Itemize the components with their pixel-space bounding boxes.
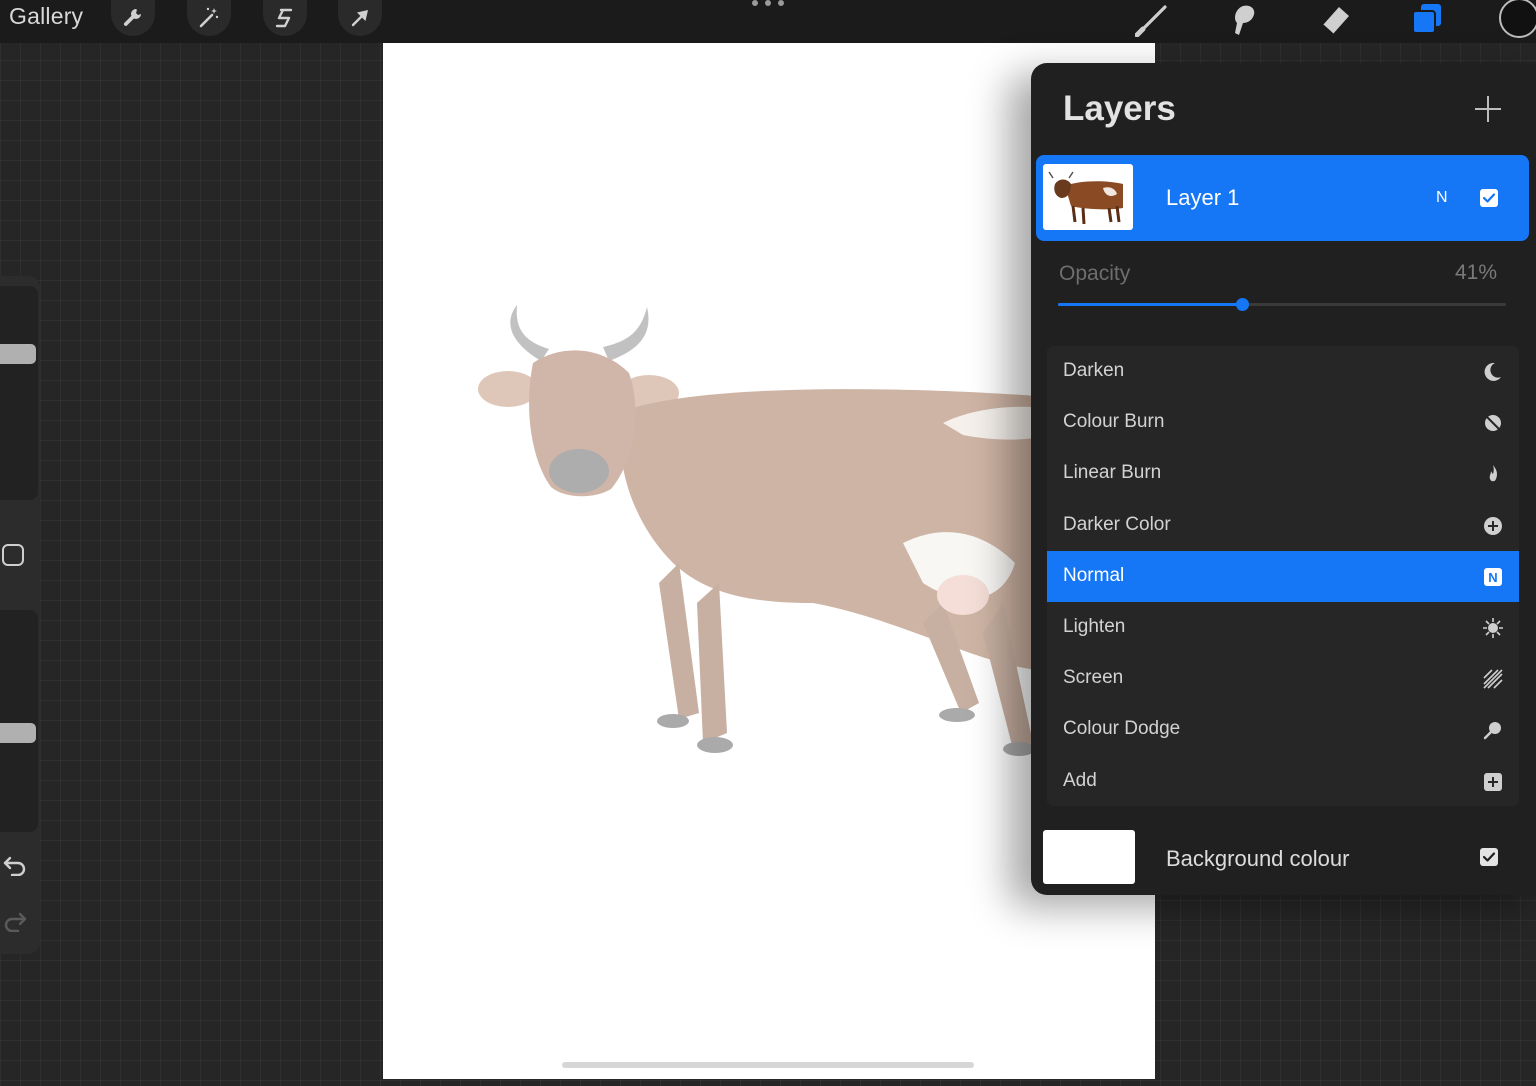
cow-thumbnail-image bbox=[1048, 171, 1123, 225]
left-sidebar bbox=[0, 276, 40, 954]
magic-wand-icon bbox=[199, 7, 219, 28]
blend-mode-label: Screen bbox=[1063, 667, 1124, 689]
adjustments-button[interactable] bbox=[187, 0, 231, 36]
check-icon bbox=[1482, 193, 1496, 203]
blend-mode-label: Add bbox=[1063, 769, 1097, 791]
blend-mode-linear-burn[interactable]: Linear Burn bbox=[1047, 448, 1519, 499]
brush-icon bbox=[1135, 5, 1167, 37]
layer-row[interactable]: Layer 1 N bbox=[1036, 155, 1529, 241]
actions-button[interactable] bbox=[111, 0, 155, 36]
n-badge-icon: N bbox=[1481, 565, 1505, 589]
blend-mode-label: Colour Dodge bbox=[1063, 718, 1181, 740]
smudge-button[interactable] bbox=[1221, 0, 1265, 38]
add-layer-button[interactable] bbox=[1473, 94, 1503, 124]
wrench-icon bbox=[123, 9, 141, 26]
color-picker-button[interactable] bbox=[1499, 0, 1536, 38]
layer-name: Layer 1 bbox=[1166, 185, 1240, 210]
opacity-label: Opacity bbox=[1059, 262, 1131, 285]
selection-icon bbox=[275, 8, 293, 28]
blend-mode-label: Darker Color bbox=[1063, 513, 1171, 535]
blend-mode-list: Darken Colour Burn Linear Burn Darker Color… bbox=[1047, 346, 1519, 806]
layer-blend-mode-button[interactable]: N bbox=[1436, 189, 1448, 207]
blend-mode-label: Linear Burn bbox=[1063, 462, 1162, 484]
blend-mode-add[interactable]: Add bbox=[1047, 756, 1519, 807]
brush-button[interactable] bbox=[1131, 0, 1175, 38]
opacity-slider-fill bbox=[1058, 303, 1242, 306]
eraser-button[interactable] bbox=[1313, 0, 1357, 38]
top-toolbar: Gallery bbox=[0, 0, 1536, 43]
plus-circle-icon bbox=[1481, 514, 1505, 538]
smudge-icon bbox=[1235, 5, 1255, 35]
background-visibility-checkbox[interactable] bbox=[1480, 848, 1498, 866]
modify-button[interactable] bbox=[2, 544, 24, 566]
blend-mode-screen[interactable]: Screen bbox=[1047, 653, 1519, 704]
layers-icon bbox=[1412, 4, 1441, 34]
burn-icon bbox=[1481, 411, 1505, 435]
layer-thumbnail bbox=[1043, 164, 1133, 230]
blend-mode-normal[interactable]: Normal N bbox=[1047, 550, 1519, 602]
redo-icon[interactable] bbox=[2, 910, 28, 932]
layers-panel: Layers Layer 1 N Opacity 41% Darken Colou… bbox=[1031, 63, 1536, 895]
gallery-button[interactable]: Gallery bbox=[9, 3, 83, 30]
opacity-slider-handle[interactable] bbox=[1235, 298, 1249, 311]
plus-square-icon bbox=[1481, 770, 1505, 794]
sun-icon bbox=[1481, 616, 1505, 640]
eraser-icon bbox=[1322, 7, 1349, 35]
check-icon bbox=[1482, 852, 1496, 862]
layer-visibility-checkbox[interactable] bbox=[1480, 189, 1498, 207]
brush-opacity-handle[interactable] bbox=[0, 723, 36, 743]
blend-mode-lighten[interactable]: Lighten bbox=[1047, 602, 1519, 653]
opacity-slider[interactable] bbox=[1058, 298, 1506, 311]
flame-icon bbox=[1481, 462, 1505, 486]
blend-mode-colour-dodge[interactable]: Colour Dodge bbox=[1047, 704, 1519, 755]
blend-mode-label: Lighten bbox=[1063, 616, 1126, 637]
svg-text:N: N bbox=[1488, 570, 1497, 585]
blend-mode-label: Normal bbox=[1063, 564, 1125, 586]
undo-icon[interactable] bbox=[2, 854, 28, 876]
blend-mode-darken[interactable]: Darken bbox=[1047, 346, 1519, 397]
brush-size-handle[interactable] bbox=[0, 344, 36, 364]
selection-button[interactable] bbox=[263, 0, 307, 36]
panel-title: Layers bbox=[1063, 89, 1176, 128]
arrow-cursor-icon bbox=[351, 10, 368, 27]
moon-icon bbox=[1481, 360, 1505, 384]
background-colour-label: Background colour bbox=[1166, 846, 1350, 871]
home-indicator[interactable] bbox=[562, 1062, 974, 1068]
layers-button[interactable] bbox=[1405, 0, 1449, 38]
blend-mode-darker-color[interactable]: Darker Color bbox=[1047, 500, 1519, 551]
brush-opacity-slider[interactable] bbox=[0, 610, 38, 832]
blend-mode-colour-burn[interactable]: Colour Burn bbox=[1047, 397, 1519, 448]
blend-mode-label: Darken bbox=[1063, 360, 1125, 381]
dodge-icon bbox=[1481, 718, 1505, 742]
hatch-icon bbox=[1481, 667, 1505, 691]
opacity-value: 41% bbox=[1455, 261, 1498, 284]
transform-button[interactable] bbox=[338, 0, 382, 36]
brush-size-slider[interactable] bbox=[0, 286, 38, 500]
blend-mode-label: Colour Burn bbox=[1063, 411, 1165, 433]
more-options-handle[interactable] bbox=[752, 0, 784, 8]
background-colour-swatch[interactable] bbox=[1043, 830, 1135, 884]
